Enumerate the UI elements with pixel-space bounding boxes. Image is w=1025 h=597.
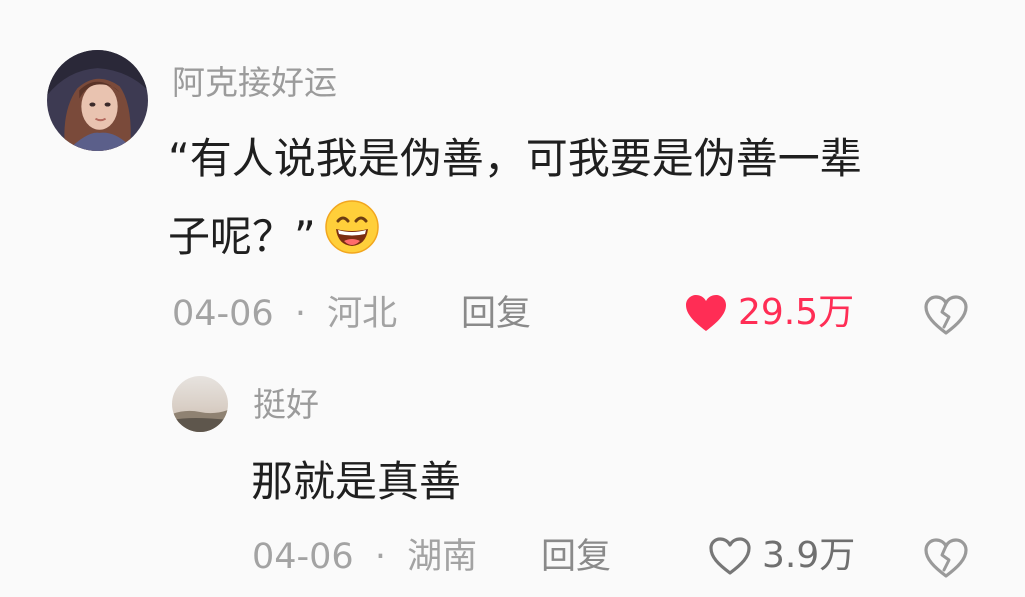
commenter-username[interactable]: 阿克接好运 bbox=[172, 66, 337, 99]
reply-reply-button[interactable]: 回复 bbox=[541, 540, 611, 575]
comment-meta: 04-06 · 河北 bbox=[172, 297, 397, 332]
heart-outline-icon bbox=[709, 537, 751, 575]
comment-like-count: 29.5万 bbox=[738, 292, 855, 333]
broken-heart-icon bbox=[924, 295, 968, 335]
avatar-image bbox=[47, 50, 148, 151]
comment-date: 04-06 bbox=[172, 294, 274, 334]
comment-text: “有人说我是伪善，可我要是伪善一辈 子呢？” bbox=[168, 120, 862, 280]
comment-text-line-2: 子呢？” bbox=[168, 198, 862, 280]
commenter-avatar[interactable] bbox=[47, 50, 148, 151]
comment-like-button[interactable]: 29.5万 bbox=[684, 293, 854, 333]
reply-location: 湖南 bbox=[407, 537, 478, 577]
reply-like-button[interactable]: 3.9万 bbox=[708, 536, 855, 576]
broken-heart-icon bbox=[924, 538, 968, 578]
comment-dislike-button[interactable] bbox=[923, 294, 969, 336]
comment-location: 河北 bbox=[327, 294, 398, 334]
replier-username[interactable]: 挺好 bbox=[253, 388, 319, 421]
grinning-face-emoji-icon bbox=[324, 199, 380, 280]
reply-date: 04-06 bbox=[252, 537, 354, 577]
reply-like-count: 3.9万 bbox=[762, 535, 856, 576]
comment-thread: 阿克接好运 “有人说我是伪善，可我要是伪善一辈 子呢？” 04-06 · 河北 … bbox=[0, 0, 1025, 597]
replier-avatar[interactable] bbox=[172, 376, 228, 432]
comment-text-line-1: “有人说我是伪善，可我要是伪善一辈 bbox=[168, 134, 862, 183]
reply-text: 那就是真善 bbox=[251, 457, 462, 506]
reply-dislike-button[interactable] bbox=[923, 537, 969, 579]
avatar-image bbox=[172, 376, 228, 432]
reply-meta: 04-06 · 湖南 bbox=[252, 540, 477, 575]
comment-reply-button[interactable]: 回复 bbox=[461, 297, 531, 332]
meta-separator: · bbox=[374, 537, 386, 577]
meta-separator: · bbox=[294, 294, 306, 334]
heart-filled-icon bbox=[686, 295, 726, 331]
